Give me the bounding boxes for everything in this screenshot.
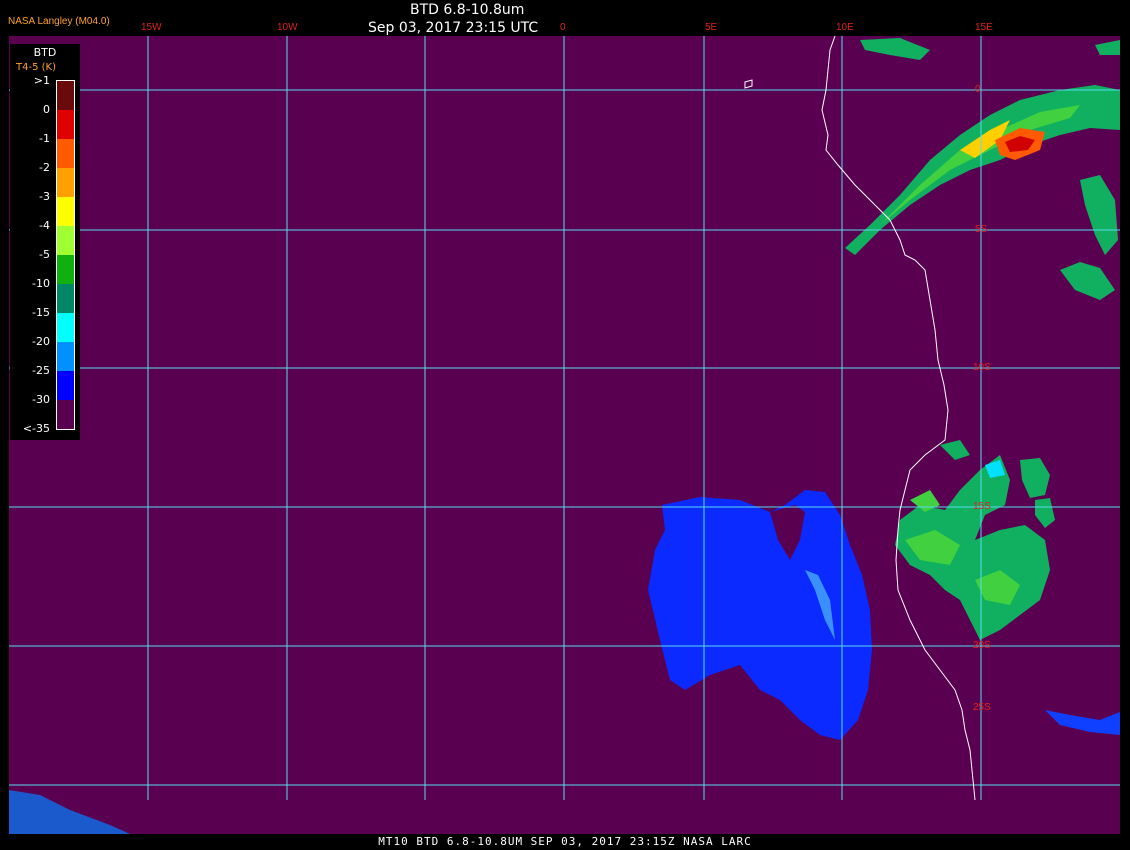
- legend-tick-label: -15: [32, 306, 50, 319]
- legend-tick-label: >1: [33, 74, 50, 87]
- product-title: BTD 6.8-10.8um: [410, 2, 525, 18]
- lat-label: 15S: [973, 501, 991, 512]
- lon-label: 15E: [975, 22, 993, 33]
- lon-label: 10W: [277, 22, 298, 33]
- legend-tick-label: -5: [39, 248, 50, 261]
- lat-label: 0: [975, 84, 981, 95]
- legend-tick-label: 0: [43, 103, 50, 116]
- satellite-map: [0, 0, 1130, 850]
- lat-label: 25S: [973, 702, 991, 713]
- legend-swatch: [57, 197, 74, 226]
- legend-tick-label: -4: [39, 219, 50, 232]
- timestamp: Sep 03, 2017 23:15 UTC: [368, 20, 539, 36]
- legend-swatches: [56, 80, 75, 430]
- lon-label: 10E: [836, 22, 854, 33]
- legend-tick-label: -1: [39, 132, 50, 145]
- legend-swatch: [57, 255, 74, 284]
- legend-swatch: [57, 110, 74, 139]
- lon-label: 5E: [705, 22, 718, 33]
- lat-label: 5S: [975, 224, 988, 235]
- legend-swatch: [57, 400, 74, 429]
- lat-label: 10S: [973, 362, 991, 373]
- color-legend: BTD T4-5 (K) >1 0 -1 -2 -3 -4 -5 -10 -15 -20 -25 -3…: [10, 44, 80, 440]
- credit-label: NASA Langley (M04.0): [8, 16, 110, 27]
- legend-tick-label: -25: [32, 364, 50, 377]
- legend-swatch: [57, 342, 74, 371]
- legend-swatch: [57, 168, 74, 197]
- footer-caption: MT10 BTD 6.8-10.8UM SEP 03, 2017 23:15Z …: [0, 834, 1130, 850]
- lon-label: 0: [560, 22, 566, 33]
- legend-tick-label: -2: [39, 161, 50, 174]
- legend-tick-label: -10: [32, 277, 50, 290]
- lat-label: 20S: [973, 640, 991, 651]
- legend-swatch: [57, 226, 74, 255]
- legend-swatch: [57, 139, 74, 168]
- legend-tick-label: -20: [32, 335, 50, 348]
- lon-label: 15W: [141, 22, 162, 33]
- legend-swatch: [57, 284, 74, 313]
- legend-swatch: [57, 313, 74, 342]
- legend-tick-label: <-35: [22, 422, 50, 435]
- legend-swatch: [57, 81, 74, 110]
- legend-tick-label: -3: [39, 190, 50, 203]
- legend-title: BTD: [33, 46, 57, 59]
- legend-swatch: [57, 371, 74, 400]
- legend-units: T4-5 (K): [16, 62, 56, 73]
- legend-tick-label: -30: [32, 393, 50, 406]
